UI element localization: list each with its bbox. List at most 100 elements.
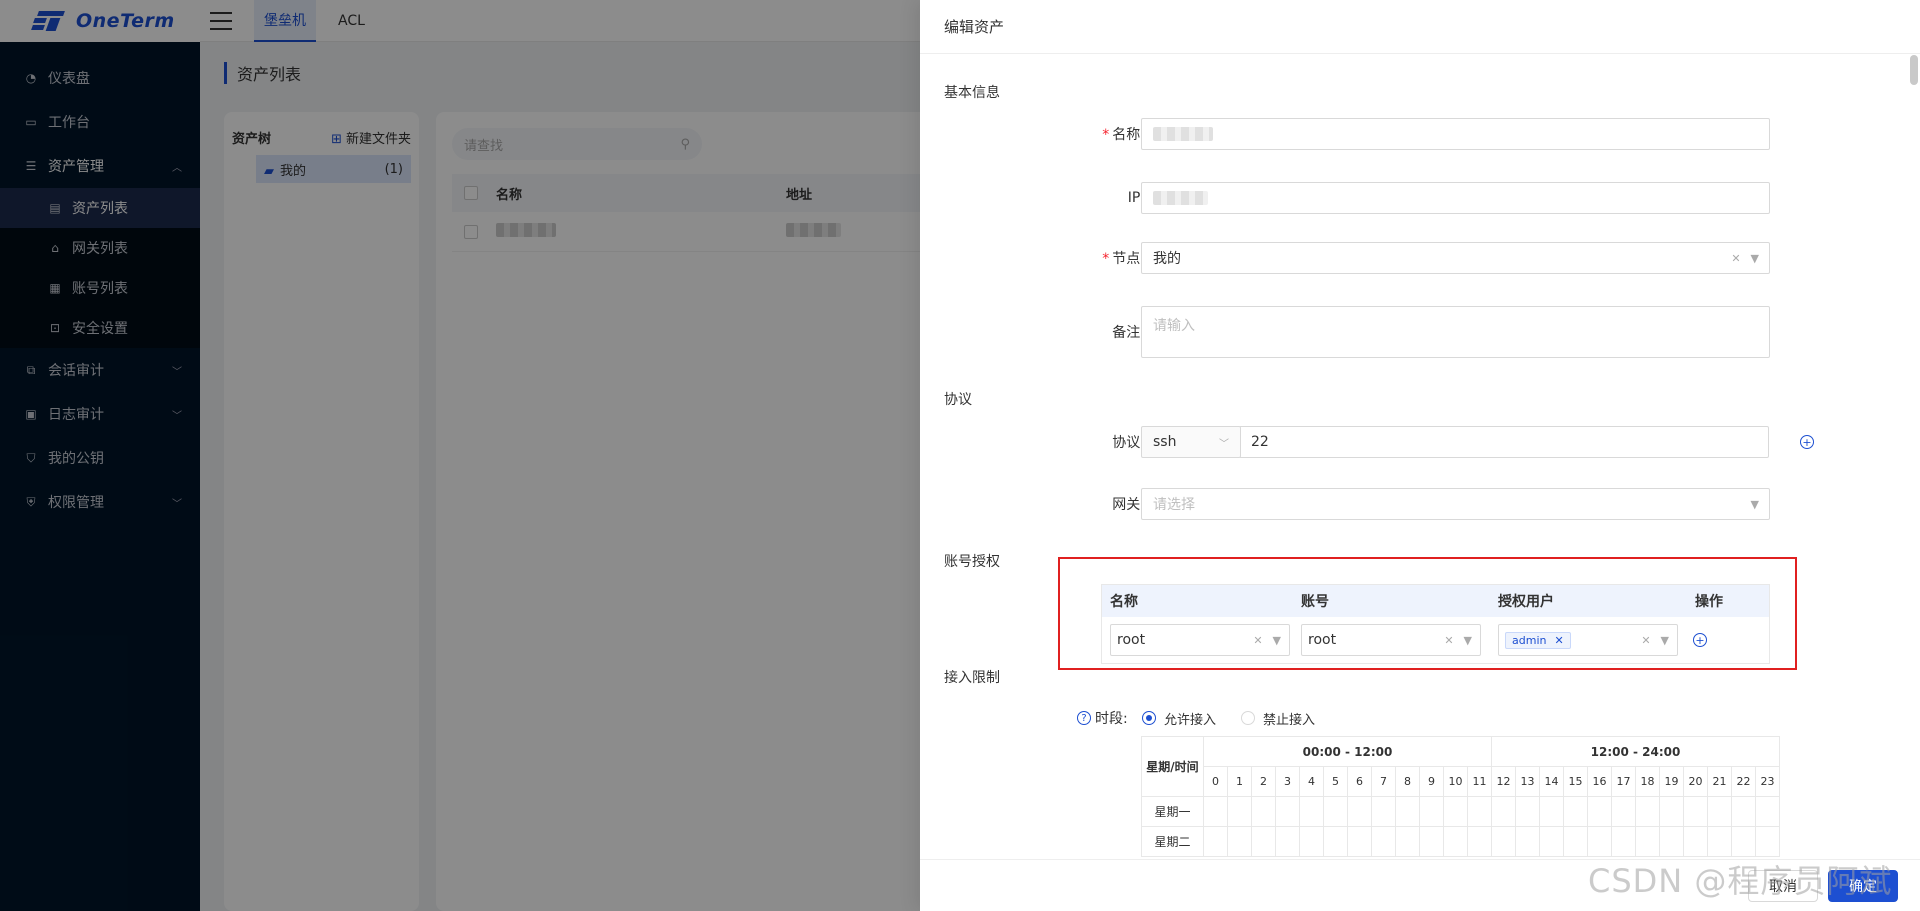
hour-header: 12 — [1491, 766, 1516, 797]
time-slot-cell[interactable] — [1611, 826, 1636, 857]
time-slot-cell[interactable] — [1611, 796, 1636, 827]
hour-header: 10 — [1443, 766, 1468, 797]
name-field[interactable] — [1141, 118, 1770, 150]
time-slot-cell[interactable] — [1347, 826, 1372, 857]
time-slot-cell[interactable] — [1323, 826, 1348, 857]
time-slot-cell[interactable] — [1635, 796, 1660, 827]
account-name-select[interactable]: root ✕ ▼ — [1110, 624, 1290, 656]
chevron-down-icon: ▼ — [1463, 633, 1472, 647]
column-header-account: 账号 — [1301, 594, 1329, 610]
port-input[interactable]: 22 — [1240, 426, 1769, 458]
gateway-select[interactable]: 请选择 ▼ — [1141, 488, 1770, 520]
time-slot-cell[interactable] — [1563, 796, 1588, 827]
time-slot-cell[interactable] — [1755, 796, 1780, 827]
add-protocol-icon[interactable]: + — [1800, 435, 1814, 449]
time-slot-cell[interactable] — [1467, 796, 1492, 827]
time-slot-cell[interactable] — [1371, 796, 1396, 827]
time-slot-cell[interactable] — [1275, 796, 1300, 827]
section-protocol: 协议 — [944, 392, 972, 408]
hour-header: 3 — [1275, 766, 1300, 797]
time-slot-cell[interactable] — [1563, 826, 1588, 857]
period-label-group: ? 时段: — [1077, 708, 1128, 728]
question-icon[interactable]: ? — [1077, 711, 1091, 725]
account-table: 名称 账号 授权用户 操作 root ✕ ▼ root ✕ ▼ admin ✕ … — [1101, 584, 1770, 664]
schedule-corner-header: 星期/时间 — [1141, 736, 1204, 797]
form-row-period: ? 时段: 允许接入 禁止接入 — [920, 708, 1920, 728]
protocol-select[interactable]: ssh ﹀ — [1141, 426, 1241, 458]
time-slot-cell[interactable] — [1443, 796, 1468, 827]
time-slot-cell[interactable] — [1587, 796, 1612, 827]
time-slot-cell[interactable] — [1539, 826, 1564, 857]
hour-header: 9 — [1419, 766, 1444, 797]
time-slot-cell[interactable] — [1419, 826, 1444, 857]
hour-header: 15 — [1563, 766, 1588, 797]
add-account-icon[interactable]: + — [1693, 633, 1707, 647]
radio-unchecked-icon — [1241, 711, 1255, 725]
schedule-row: 星期一 — [1141, 796, 1780, 827]
remark-textarea[interactable]: 请输入 — [1141, 306, 1770, 358]
time-slot-cell[interactable] — [1707, 796, 1732, 827]
form-row-ip: IP: — [920, 182, 1920, 214]
time-slot-cell[interactable] — [1395, 796, 1420, 827]
time-slot-cell[interactable] — [1323, 796, 1348, 827]
time-slot-cell[interactable] — [1491, 796, 1516, 827]
clear-icon[interactable]: ✕ — [1444, 634, 1453, 647]
account-select[interactable]: root ✕ ▼ — [1301, 624, 1481, 656]
radio-checked-icon — [1142, 711, 1156, 725]
time-slot-cell[interactable] — [1731, 826, 1756, 857]
clear-icon[interactable]: ✕ — [1731, 252, 1740, 265]
table-row: root ✕ ▼ root ✕ ▼ admin ✕ ✕ ▼ + — [1102, 617, 1769, 663]
auth-user-select[interactable]: admin ✕ ✕ ▼ — [1498, 624, 1678, 656]
drawer-title: 编辑资产 — [920, 0, 1920, 54]
hour-header: 21 — [1707, 766, 1732, 797]
form-row-node: * 节点: 我的 ✕ ▼ — [920, 242, 1920, 274]
time-slot-cell[interactable] — [1443, 826, 1468, 857]
time-slot-cell[interactable] — [1731, 796, 1756, 827]
chevron-down-icon: ▼ — [1272, 633, 1281, 647]
time-slot-cell[interactable] — [1299, 826, 1324, 857]
time-slot-cell[interactable] — [1515, 826, 1540, 857]
time-slot-cell[interactable] — [1635, 826, 1660, 857]
time-slot-cell[interactable] — [1227, 826, 1252, 857]
time-slot-cell[interactable] — [1755, 826, 1780, 857]
protocol-label: 协议: — [1112, 435, 1145, 451]
time-slot-cell[interactable] — [1539, 796, 1564, 827]
time-slot-cell[interactable] — [1251, 826, 1276, 857]
time-slot-cell[interactable] — [1587, 826, 1612, 857]
hour-header: 8 — [1395, 766, 1420, 797]
time-slot-cell[interactable] — [1203, 796, 1228, 827]
time-slot-cell[interactable] — [1371, 826, 1396, 857]
tag-close-icon[interactable]: ✕ — [1554, 634, 1563, 647]
time-slot-cell[interactable] — [1419, 796, 1444, 827]
deny-radio[interactable]: 禁止接入 — [1241, 709, 1315, 728]
hour-header: 19 — [1659, 766, 1684, 797]
time-slot-cell[interactable] — [1707, 826, 1732, 857]
form-row-name: * 名称: — [920, 118, 1920, 150]
allow-radio[interactable]: 允许接入 — [1142, 709, 1216, 728]
time-slot-cell[interactable] — [1227, 796, 1252, 827]
time-slot-cell[interactable] — [1659, 796, 1684, 827]
time-slot-cell[interactable] — [1203, 826, 1228, 857]
time-slot-cell[interactable] — [1491, 826, 1516, 857]
ip-field[interactable] — [1141, 182, 1770, 214]
time-slot-cell[interactable] — [1683, 796, 1708, 827]
time-slot-cell[interactable] — [1515, 796, 1540, 827]
time-slot-cell[interactable] — [1347, 796, 1372, 827]
hour-header: 0 — [1203, 766, 1228, 797]
time-slot-cell[interactable] — [1299, 796, 1324, 827]
clear-icon[interactable]: ✕ — [1253, 634, 1262, 647]
time-slot-cell[interactable] — [1251, 796, 1276, 827]
node-label: * 节点: — [1102, 251, 1145, 267]
time-slot-cell[interactable] — [1683, 826, 1708, 857]
node-select[interactable]: 我的 ✕ ▼ — [1141, 242, 1770, 274]
time-slot-cell[interactable] — [1275, 826, 1300, 857]
time-slot-cell[interactable] — [1395, 826, 1420, 857]
time-slot-cell[interactable] — [1659, 826, 1684, 857]
section-access-limit: 接入限制 — [944, 670, 1000, 686]
clear-icon[interactable]: ✕ — [1641, 634, 1650, 647]
time-slot-cell[interactable] — [1467, 826, 1492, 857]
hour-header: 22 — [1731, 766, 1756, 797]
chevron-down-icon: ﹀ — [1219, 438, 1229, 450]
hour-header: 17 — [1611, 766, 1636, 797]
hour-header: 23 — [1755, 766, 1780, 797]
